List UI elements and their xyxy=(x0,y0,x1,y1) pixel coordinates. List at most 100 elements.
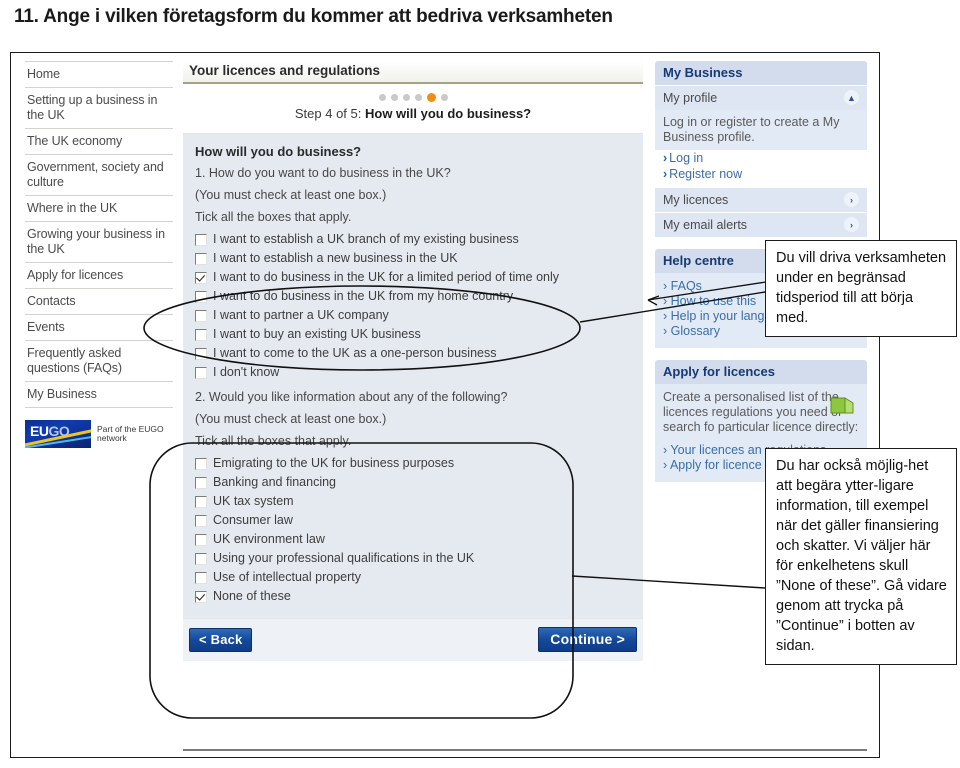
step-prefix: Step 4 of 5: xyxy=(294,106,365,121)
checkbox-icon[interactable] xyxy=(195,572,207,584)
chevron-right-icon: › xyxy=(663,151,668,165)
my-profile-text: Log in or register to create a My Busine… xyxy=(663,115,840,144)
checkbox-icon[interactable] xyxy=(195,534,207,546)
continue-button[interactable]: Continue > xyxy=(538,627,637,652)
help-link-label: How to use this xyxy=(670,294,757,308)
form-button-bar: < Back Continue > xyxy=(183,618,643,661)
my-profile-row[interactable]: My profile ▲ xyxy=(655,85,867,110)
q1-option-label: I want to do business in the UK from my … xyxy=(213,289,514,303)
checkbox-checked-icon[interactable] xyxy=(195,272,207,284)
licence-document-icon xyxy=(830,397,854,414)
content-title: Your licences and regulations xyxy=(183,61,643,84)
sidebar-item-growing[interactable]: Growing your business in the UK xyxy=(25,222,173,263)
q1-option-label: I want to do business in the UK for a li… xyxy=(213,270,560,284)
q1-option-row-selected[interactable]: I want to do business in the UK for a li… xyxy=(195,270,633,285)
help-link-label: FAQs xyxy=(670,279,702,293)
chevron-right-icon: › xyxy=(663,458,668,472)
checkbox-icon[interactable] xyxy=(195,367,207,379)
q2-option-label: None of these xyxy=(213,589,291,603)
q2-option-row[interactable]: Using your professional qualifications i… xyxy=(195,551,633,566)
q1-option-row[interactable]: I want to come to the UK as a one-person… xyxy=(195,346,633,361)
q1-option-label: I want to partner a UK company xyxy=(213,308,389,322)
sidebar-item-my-business[interactable]: My Business xyxy=(25,382,173,408)
register-link[interactable]: › Register now xyxy=(655,166,867,187)
q2-block: 2. Would you like information about any … xyxy=(193,390,633,604)
checkbox-icon[interactable] xyxy=(195,291,207,303)
chevron-right-icon: › xyxy=(663,443,668,457)
q2-question: 2. Would you like information about any … xyxy=(195,390,508,404)
sidebar-item-where-in-uk[interactable]: Where in the UK xyxy=(25,196,173,222)
chevron-up-icon[interactable]: ▲ xyxy=(844,90,859,105)
checkbox-icon[interactable] xyxy=(195,329,207,341)
apply-licence-link-label: Apply for licence xyxy=(669,458,762,472)
eugo-badge-icon: EUGO xyxy=(25,420,91,448)
q1-option-label: I want to buy an existing UK business xyxy=(213,327,421,341)
q1-option-row[interactable]: I want to do business in the UK from my … xyxy=(195,289,633,304)
chevron-right-icon: › xyxy=(663,309,668,323)
checkbox-checked-icon[interactable] xyxy=(195,591,207,603)
login-link[interactable]: › Log in xyxy=(655,150,867,166)
q1-option-label: I want to establish a new business in th… xyxy=(213,251,458,265)
checkbox-icon[interactable] xyxy=(195,253,207,265)
my-email-alerts-row[interactable]: My email alerts › xyxy=(655,212,867,237)
q2-option-row[interactable]: Emigrating to the UK for business purpos… xyxy=(195,456,633,471)
q2-option-row[interactable]: UK environment law xyxy=(195,532,633,547)
checkbox-icon[interactable] xyxy=(195,477,207,489)
q1-option-row[interactable]: I want to establish a UK branch of my ex… xyxy=(195,232,633,247)
form-heading: How will you do business? xyxy=(195,144,362,159)
q2-option-label: Use of intellectual property xyxy=(213,570,361,584)
step-dot-1 xyxy=(378,94,386,101)
sidebar-item-uk-economy[interactable]: The UK economy xyxy=(25,129,173,155)
site-navigation: Home Setting up a business in the UK The… xyxy=(25,61,173,448)
checkbox-icon[interactable] xyxy=(195,496,207,508)
q2-option-row[interactable]: UK tax system xyxy=(195,494,633,509)
q2-option-label: Using your professional qualifications i… xyxy=(213,551,475,565)
callout-top: Du vill driva verksamheten under en begr… xyxy=(765,240,957,337)
step-dots xyxy=(183,93,643,102)
sidebar-item-government[interactable]: Government, society and culture xyxy=(25,155,173,196)
q1-option-row[interactable]: I want to establish a new business in th… xyxy=(195,251,633,266)
sidebar-item-apply-licences[interactable]: Apply for licences xyxy=(25,263,173,289)
q2-option-row[interactable]: Use of intellectual property xyxy=(195,570,633,585)
eugo-logo-eu: EU xyxy=(30,423,49,439)
q2-option-row[interactable]: Banking and financing xyxy=(195,475,633,490)
checkbox-icon[interactable] xyxy=(195,515,207,527)
q2-option-row[interactable]: Consumer law xyxy=(195,513,633,528)
checkbox-icon[interactable] xyxy=(195,458,207,470)
sidebar-item-home[interactable]: Home xyxy=(25,61,173,88)
callout-bottom: Du har också möjlig-het att begära ytter… xyxy=(765,448,957,665)
chevron-right-icon[interactable]: › xyxy=(844,192,859,207)
checkbox-icon[interactable] xyxy=(195,234,207,246)
q1-question: 1. How do you want to do business in the… xyxy=(195,166,451,180)
step-indicator: Step 4 of 5: How will you do business? xyxy=(183,84,643,133)
checkbox-icon[interactable] xyxy=(195,348,207,360)
checkbox-icon[interactable] xyxy=(195,553,207,565)
q2-option-label: UK environment law xyxy=(213,532,325,546)
my-business-title: My Business xyxy=(655,61,867,85)
q2-option-label: Emigrating to the UK for business purpos… xyxy=(213,456,455,470)
step-dot-3 xyxy=(402,94,410,101)
my-licences-row[interactable]: My licences › xyxy=(655,187,867,212)
eugo-logo-go: GO xyxy=(48,423,70,439)
chevron-right-icon[interactable]: › xyxy=(844,217,859,232)
sidebar-item-setting-up[interactable]: Setting up a business in the UK xyxy=(25,88,173,129)
my-email-alerts-label: My email alerts xyxy=(663,217,748,232)
business-form-panel: How will you do business? 1. How do you … xyxy=(183,133,643,618)
q1-option-label: I want to come to the UK as a one-person… xyxy=(213,346,497,360)
q2-option-row-selected[interactable]: None of these xyxy=(195,589,633,604)
page-title: 11. Ange i vilken företagsform du kommer… xyxy=(14,6,613,27)
step-label: Step 4 of 5: How will you do business? xyxy=(183,106,643,121)
back-button[interactable]: < Back xyxy=(189,627,253,652)
sidebar-item-contacts[interactable]: Contacts xyxy=(25,289,173,315)
chevron-right-icon: › xyxy=(663,167,668,181)
my-profile-panel: Log in or register to create a My Busine… xyxy=(655,110,867,150)
sidebar-item-events[interactable]: Events xyxy=(25,315,173,341)
checkbox-icon[interactable] xyxy=(195,310,207,322)
sidebar-item-faqs[interactable]: Frequently asked questions (FAQs) xyxy=(25,341,173,382)
q1-option-row[interactable]: I want to partner a UK company xyxy=(195,308,633,323)
q1-option-row[interactable]: I don't know xyxy=(195,365,633,380)
browser-screenshot-frame: Home Setting up a business in the UK The… xyxy=(10,52,880,758)
q1-option-row[interactable]: I want to buy an existing UK business xyxy=(195,327,633,342)
q1-instruction: Tick all the boxes that apply. xyxy=(195,210,352,224)
login-link-label: Log in xyxy=(669,151,704,165)
